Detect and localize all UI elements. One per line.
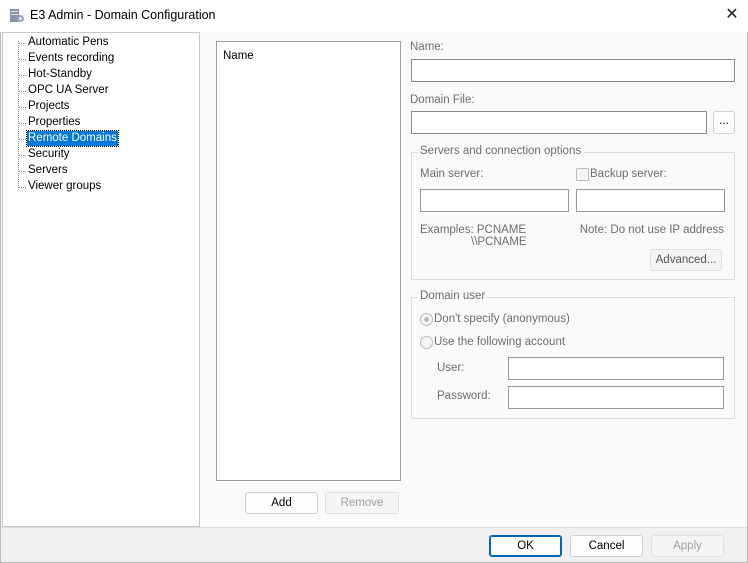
tree-item[interactable]: Events recording	[27, 51, 115, 66]
domain-list[interactable]: Name	[216, 41, 401, 481]
tree-connector	[18, 187, 26, 188]
window-title: E3 Admin - Domain Configuration	[30, 8, 216, 22]
column-header-name[interactable]: Name	[223, 50, 254, 62]
domain-file-input[interactable]	[411, 111, 707, 134]
examples-text-2: \\PCNAME	[471, 236, 527, 248]
advanced-button[interactable]: Advanced...	[650, 249, 722, 271]
note-text: Note: Do not use IP address	[579, 224, 724, 236]
name-input[interactable]	[411, 59, 735, 82]
tree-item[interactable]: Projects	[27, 99, 71, 114]
password-input[interactable]	[508, 386, 724, 409]
cancel-button[interactable]: Cancel	[570, 535, 643, 557]
app-icon	[10, 9, 24, 22]
servers-group-title: Servers and connection options	[418, 145, 584, 157]
browse-button[interactable]: ...	[713, 111, 735, 134]
account-radio-label: Use the following account	[434, 336, 566, 348]
backup-server-label: Backup server:	[590, 168, 667, 180]
tree-item[interactable]: Servers	[27, 163, 69, 178]
examples-text: Examples: PCNAME	[420, 224, 527, 236]
user-label: User:	[437, 362, 465, 374]
tree-connector	[18, 171, 26, 172]
tree-connector	[18, 75, 26, 76]
tree-connector	[18, 155, 26, 156]
anonymous-radio[interactable]	[420, 313, 433, 326]
main-server-label: Main server:	[420, 168, 484, 180]
tree-connector	[18, 59, 26, 60]
tree-connector	[18, 107, 26, 108]
add-button[interactable]: Add	[245, 492, 318, 514]
close-icon[interactable]: ✕	[722, 5, 742, 25]
remove-button[interactable]: Remove	[325, 492, 399, 514]
account-radio[interactable]	[420, 336, 433, 349]
ok-button[interactable]: OK	[489, 535, 562, 557]
tree-item[interactable]: OPC UA Server	[27, 83, 110, 98]
tree-lines	[18, 41, 19, 186]
tree-connector	[18, 43, 26, 44]
domain-file-label: Domain File:	[410, 94, 475, 106]
user-input[interactable]	[508, 357, 724, 380]
anonymous-radio-label: Don't specify (anonymous)	[434, 313, 570, 325]
tree-item[interactable]: Remote Domains	[26, 130, 119, 147]
password-label: Password:	[437, 390, 491, 402]
tree-item[interactable]: Hot-Standby	[27, 67, 93, 82]
name-label: Name:	[410, 41, 444, 53]
backup-server-input[interactable]	[576, 189, 725, 212]
tree-item[interactable]: Viewer groups	[27, 179, 102, 194]
apply-button[interactable]: Apply	[651, 535, 724, 557]
backup-server-checkbox[interactable]	[576, 168, 589, 181]
settings-tree[interactable]: Automatic Pens Events recording Hot-Standb…	[2, 32, 200, 527]
tree-item[interactable]: Properties	[27, 115, 81, 130]
title-bar: E3 Admin - Domain Configuration ✕	[0, 0, 748, 32]
tree-item[interactable]: Security	[27, 147, 71, 162]
tree-connector	[18, 91, 26, 92]
main-server-input[interactable]	[420, 189, 569, 212]
tree-connector	[18, 123, 26, 124]
domain-user-group-title: Domain user	[418, 290, 488, 302]
tree-item[interactable]: Automatic Pens	[27, 35, 110, 50]
tree-connector	[18, 139, 26, 140]
